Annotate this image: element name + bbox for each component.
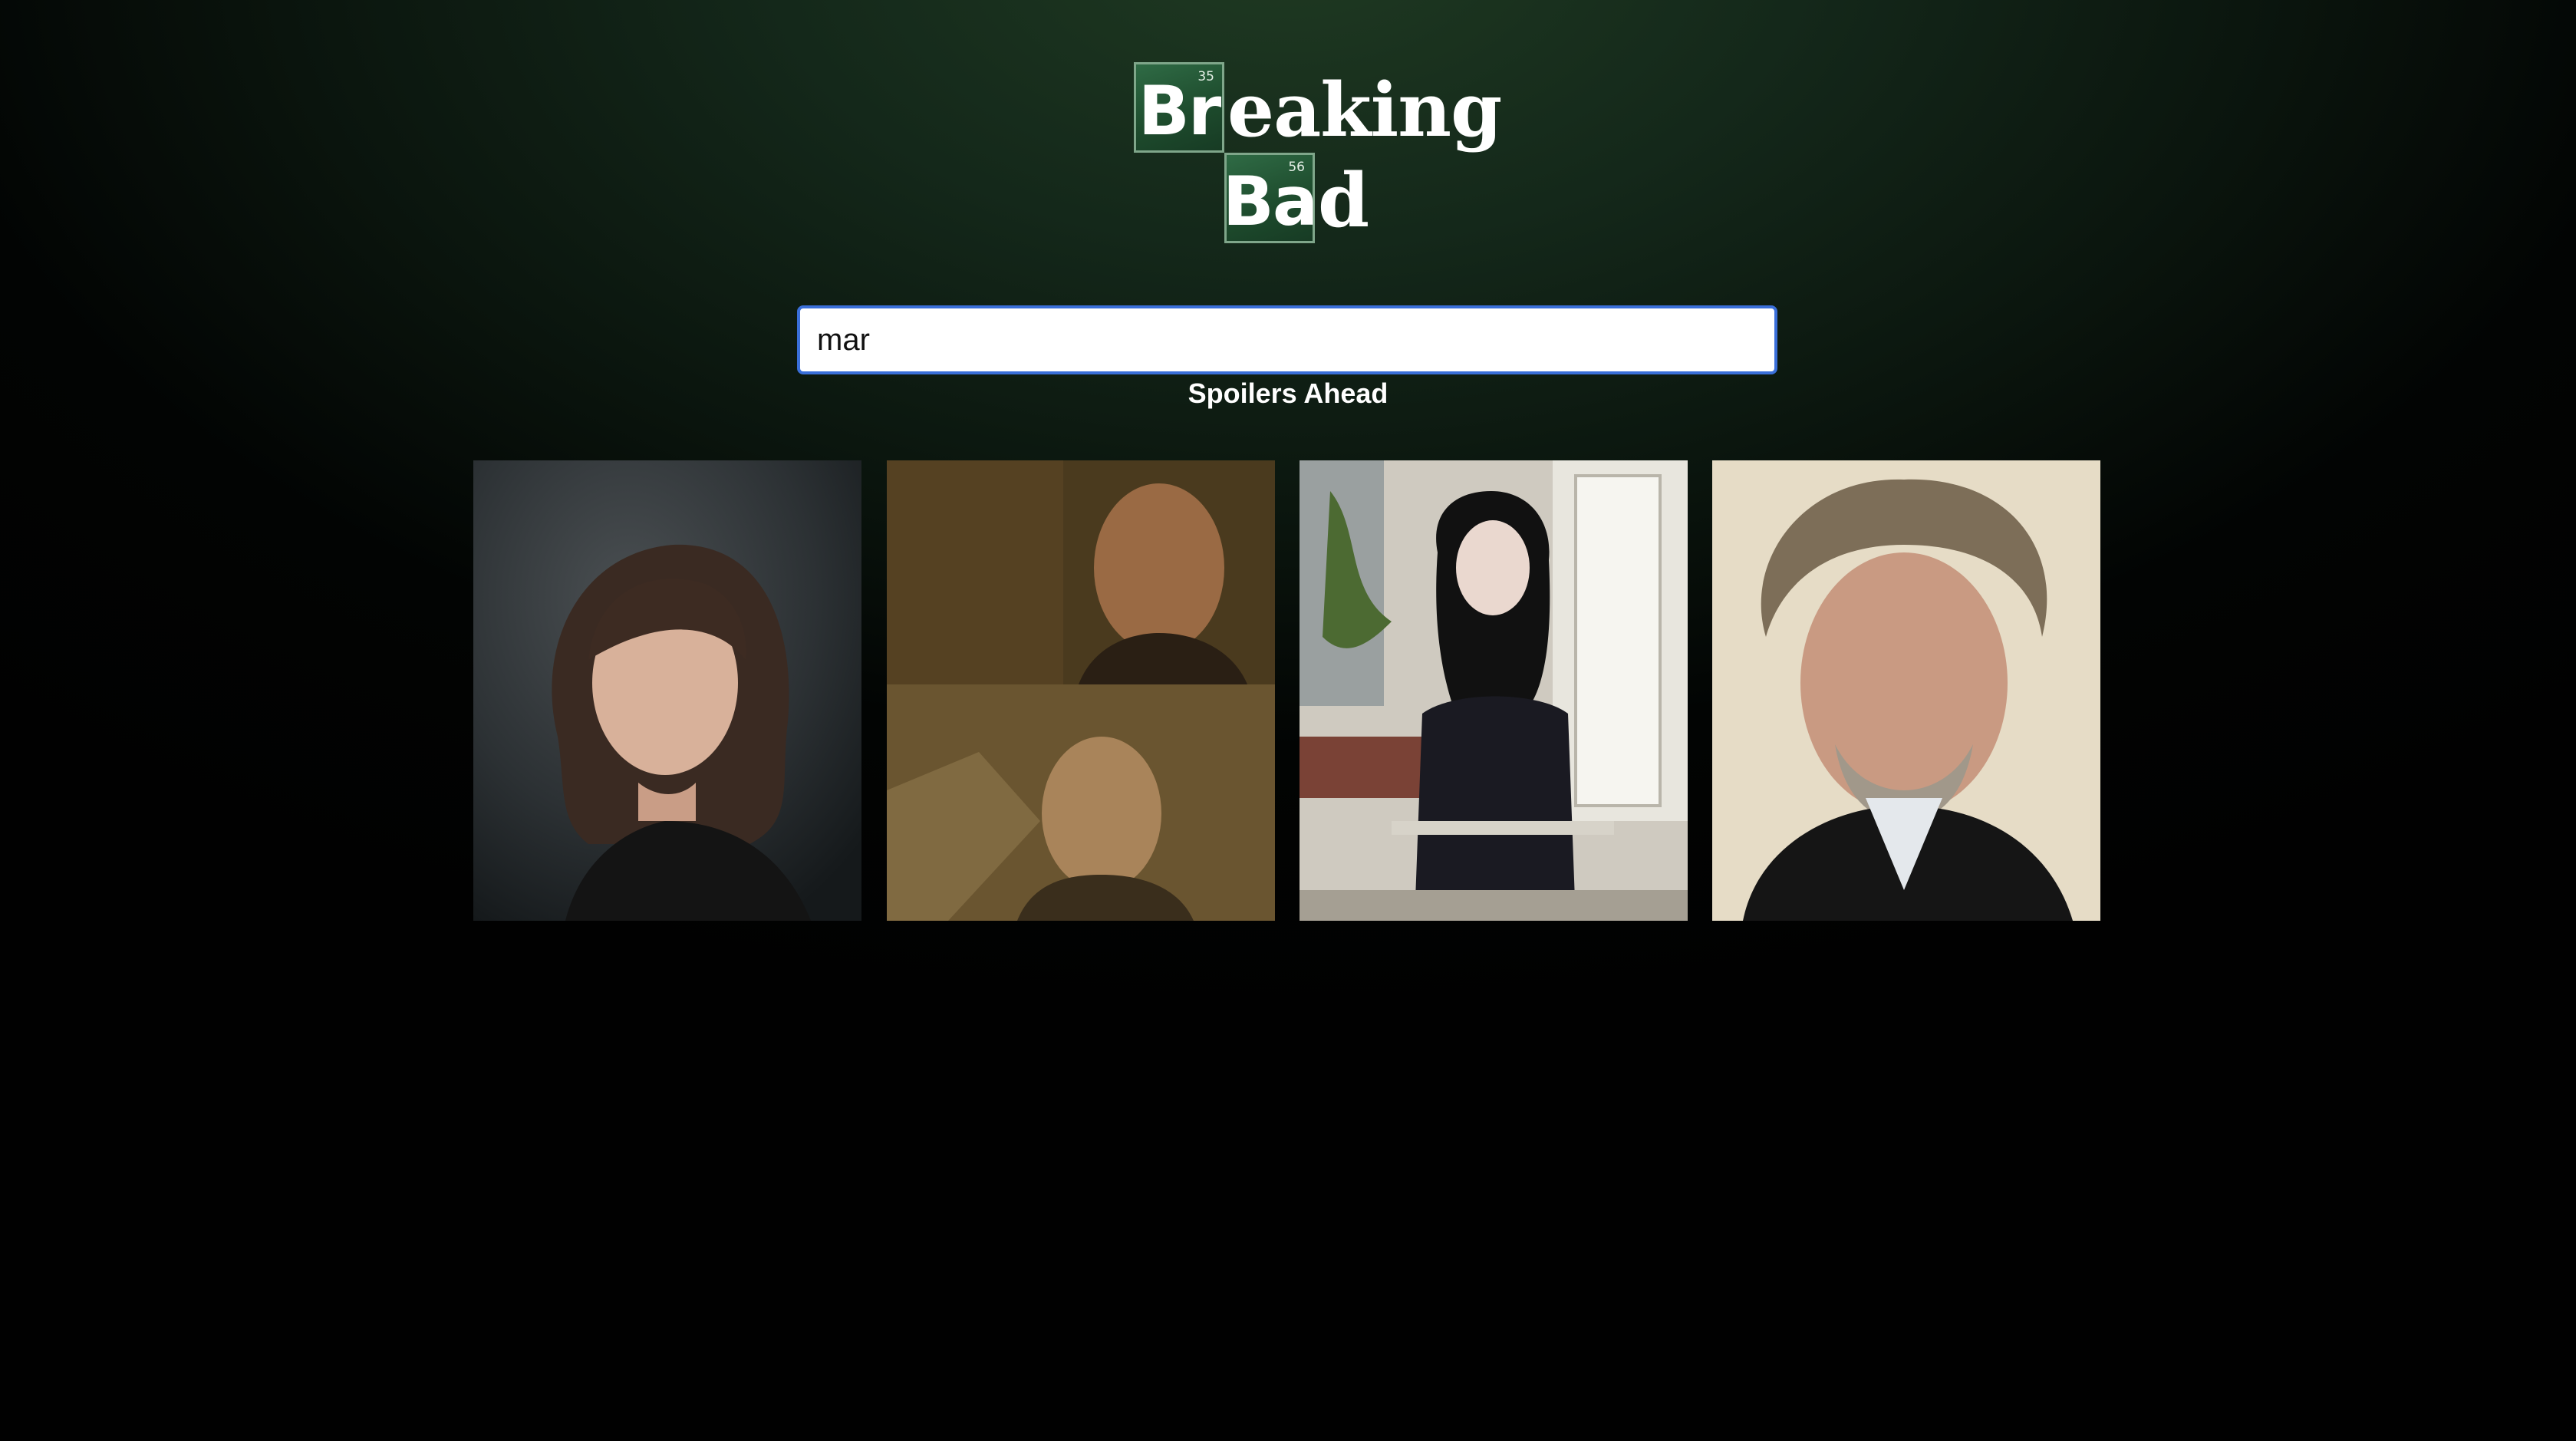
logo-text-rest: eaking <box>1227 66 1502 153</box>
portrait-two-bald-men-collage-photo-icon <box>887 460 1275 921</box>
character-card[interactable] <box>473 460 861 921</box>
element-number: 35 <box>1197 69 1214 84</box>
portrait-woman-black-hair-porch-photo-icon <box>1300 460 1688 921</box>
portrait-man-gray-curly-hair-photo-icon <box>1712 460 2100 921</box>
element-tile-br: 35 Br <box>1134 62 1224 153</box>
portrait-woman-dark-hair-photo-icon <box>473 460 861 921</box>
logo-text-rest: d <box>1318 157 1369 244</box>
logo-row-breaking: 35 Br eaking <box>1134 61 1502 153</box>
element-number: 56 <box>1288 160 1305 175</box>
breaking-bad-logo: 35 Br eaking 56 Ba d <box>1134 61 1502 246</box>
spoilers-notice: Spoilers Ahead <box>1188 378 1388 409</box>
character-card[interactable] <box>1300 460 1688 921</box>
search-input[interactable] <box>797 305 1777 374</box>
element-tile-ba: 56 Ba <box>1223 153 1318 243</box>
logo-row-bad: 56 Ba d <box>1223 152 1369 244</box>
character-card[interactable] <box>1712 460 2100 921</box>
character-card[interactable] <box>887 460 1275 921</box>
